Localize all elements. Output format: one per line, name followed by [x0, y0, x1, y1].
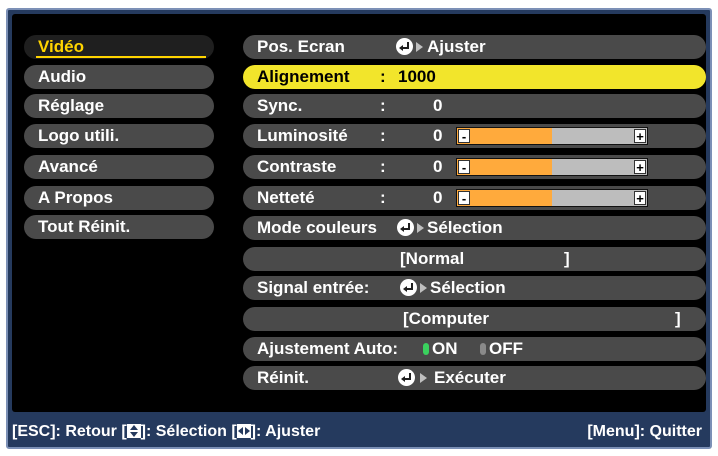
- row-nettete[interactable]: Netteté : 0 - +: [243, 186, 706, 210]
- on-indicator-icon: [423, 343, 429, 355]
- row-label: Sync.: [257, 96, 303, 115]
- enter-icon: [398, 369, 415, 386]
- slider-plus[interactable]: +: [634, 160, 646, 174]
- sidebar-item-label: Logo utili.: [38, 126, 120, 145]
- sidebar-item-video[interactable]: Vidéo: [24, 35, 214, 59]
- footer-select-text: ]: Sélection [: [140, 423, 237, 440]
- row-label: Réinit.: [257, 368, 309, 387]
- alignement-value: 1000: [398, 67, 436, 86]
- sidebar-item-label: Avancé: [38, 157, 98, 176]
- row-mode-couleurs[interactable]: Mode couleurs Sélection: [243, 216, 706, 240]
- row-alignement[interactable]: Alignement : 1000: [243, 65, 706, 89]
- row-action: Ajuster: [427, 37, 486, 56]
- row-pos-ecran[interactable]: Pos. Ecran Ajuster: [243, 35, 706, 59]
- row-colon: :: [380, 157, 386, 176]
- slider-minus[interactable]: -: [458, 129, 470, 143]
- row-colon: :: [380, 67, 386, 86]
- slider-minus[interactable]: -: [458, 160, 470, 174]
- arrow-right-icon: [417, 223, 424, 233]
- enter-icon: [400, 279, 417, 296]
- luminosite-slider[interactable]: - +: [456, 127, 648, 145]
- sidebar-item-reglage[interactable]: Réglage: [24, 94, 214, 118]
- slider-minus[interactable]: -: [458, 191, 470, 205]
- row-colon: :: [380, 188, 386, 207]
- signal-entree-value-row[interactable]: [Computer ]: [243, 307, 706, 331]
- row-signal-entree[interactable]: Signal entrée: Sélection: [243, 276, 706, 300]
- nettete-slider[interactable]: - +: [456, 189, 648, 207]
- off-indicator-icon: [480, 343, 486, 355]
- enter-icon: [397, 219, 414, 236]
- luminosite-value: 0: [433, 126, 443, 145]
- sidebar-item-logo[interactable]: Logo utili.: [24, 124, 214, 148]
- signal-entree-value: [Computer: [403, 309, 489, 328]
- sidebar-item-avance[interactable]: Avancé: [24, 155, 214, 179]
- up-down-icon: [126, 424, 141, 438]
- sidebar-item-label: Tout Réinit.: [38, 217, 131, 236]
- row-label: Signal entrée:: [257, 278, 370, 297]
- arrow-right-icon: [416, 42, 423, 52]
- slider-fill: [457, 159, 552, 175]
- footer-esc-text: [ESC]: Retour [: [12, 423, 127, 440]
- arrow-right-icon: [420, 373, 427, 383]
- row-label: Luminosité: [257, 126, 348, 145]
- sidebar-item-label: Vidéo: [38, 37, 84, 56]
- projector-osd: Vidéo Audio Réglage Logo utili. Avancé A…: [0, 0, 718, 456]
- row-action: Exécuter: [434, 368, 506, 387]
- row-action: Sélection: [427, 218, 503, 237]
- sidebar-item-label: Réglage: [38, 96, 105, 115]
- row-colon: :: [380, 126, 386, 145]
- row-contraste[interactable]: Contraste : 0 - +: [243, 155, 706, 179]
- enter-icon: [396, 38, 413, 55]
- row-ajustement-auto[interactable]: Ajustement Auto: ON OFF: [243, 337, 706, 361]
- option-off[interactable]: OFF: [489, 337, 523, 361]
- mode-couleurs-value: [Normal: [400, 249, 465, 268]
- row-label: Pos. Ecran: [257, 37, 345, 56]
- row-colon: :: [380, 96, 386, 115]
- footer-help: [ESC]: Retour []: Sélection []: Ajuster …: [12, 419, 706, 445]
- row-label: Alignement: [257, 67, 350, 86]
- value-bracket: ]: [564, 249, 570, 268]
- value-bracket: ]: [675, 309, 681, 328]
- slider-fill: [457, 190, 552, 206]
- contraste-value: 0: [433, 157, 443, 176]
- slider-plus[interactable]: +: [634, 191, 646, 205]
- footer-adjust-text: ]: Ajuster: [250, 423, 321, 440]
- nettete-value: 0: [433, 188, 443, 207]
- option-on[interactable]: ON: [432, 337, 458, 361]
- footer-left: [ESC]: Retour [ ]: Sélection [ ]: Ajuster: [12, 419, 320, 445]
- mode-couleurs-value-row[interactable]: [Normal ]: [243, 247, 706, 271]
- sidebar-item-label: A Propos: [38, 188, 113, 207]
- row-sync[interactable]: Sync. : 0: [243, 94, 706, 118]
- footer-quit-text: [Menu]: Quitter: [587, 423, 702, 440]
- row-luminosite[interactable]: Luminosité : 0 - +: [243, 124, 706, 148]
- sidebar-item-a-propos[interactable]: A Propos: [24, 186, 214, 210]
- sync-value: 0: [433, 96, 443, 115]
- row-label: Netteté: [257, 188, 315, 207]
- slider-fill: [457, 128, 552, 144]
- sidebar-item-label: Audio: [38, 67, 87, 86]
- row-label: Ajustement Auto:: [257, 339, 399, 358]
- sidebar-item-tout-reinit[interactable]: Tout Réinit.: [24, 215, 214, 239]
- sidebar-item-audio[interactable]: Audio: [24, 65, 214, 89]
- row-label: Contraste: [257, 157, 337, 176]
- row-label: Mode couleurs: [257, 218, 377, 237]
- row-action: Sélection: [430, 278, 506, 297]
- contraste-slider[interactable]: - +: [456, 158, 648, 176]
- left-right-icon: [236, 424, 251, 438]
- row-reinit[interactable]: Réinit. Exécuter: [243, 366, 706, 390]
- slider-plus[interactable]: +: [634, 129, 646, 143]
- arrow-right-icon: [420, 283, 427, 293]
